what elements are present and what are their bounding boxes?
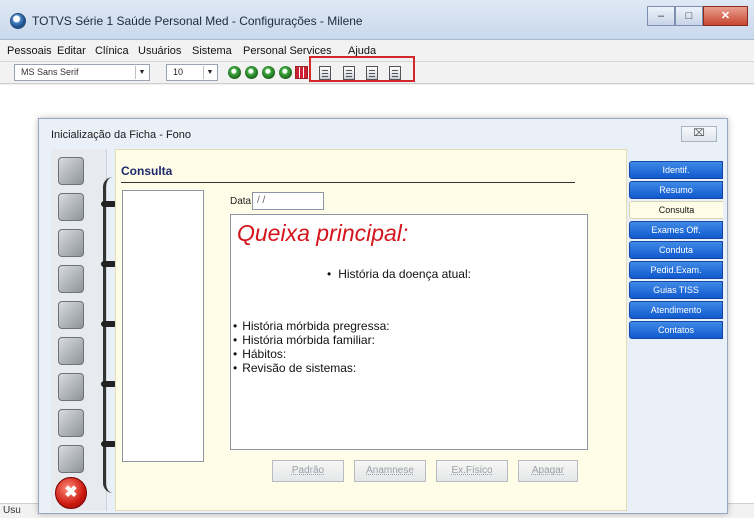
- date-field[interactable]: / /: [252, 192, 324, 210]
- editor-list: História mórbida pregressa: História mór…: [233, 319, 390, 375]
- window-title: TOTVS Série 1 Saúde Personal Med - Confi…: [32, 14, 363, 28]
- editor-list-item: História mórbida pregressa:: [233, 319, 389, 333]
- editor-list-item: Revisão de sistemas:: [233, 361, 390, 375]
- book-icon[interactable]: [58, 193, 84, 221]
- tab-pedido-exames[interactable]: Pedid.Exam.: [629, 261, 723, 279]
- green-circle-icon[interactable]: [245, 66, 258, 79]
- green-circle-icon[interactable]: [262, 66, 275, 79]
- font-size-select[interactable]: 10 ▼: [166, 64, 218, 81]
- font-size-value: 10: [173, 67, 184, 77]
- menu-editar[interactable]: Editar: [57, 45, 86, 57]
- menu-pessoais[interactable]: Pessoais: [7, 45, 52, 57]
- font-family-select[interactable]: MS Sans Serif ▼: [14, 64, 150, 81]
- tab-identif[interactable]: Identif.: [629, 161, 723, 179]
- toolbar-highlight-box: [309, 56, 415, 82]
- book-icon[interactable]: [58, 157, 84, 185]
- maximize-button[interactable]: □: [675, 6, 703, 26]
- template-button-row: Padrão Anamnese Ex.Físico Apagar: [272, 460, 592, 482]
- editor-heading: Queixa principal:: [237, 220, 409, 246]
- globe-icon[interactable]: [58, 265, 84, 293]
- window-controls: – □ ✕: [647, 6, 748, 26]
- tab-conduta[interactable]: Conduta: [629, 241, 723, 259]
- table-grid-icon[interactable]: [295, 66, 308, 79]
- tab-resumo[interactable]: Resumo: [629, 181, 723, 199]
- dialog-title: Inicialização da Ficha - Fono: [51, 129, 192, 141]
- ficha-dialog: Inicialização da Ficha - Fono ⌧ ✖ Consul…: [38, 118, 728, 514]
- tab-guias-tiss[interactable]: Guias TISS: [629, 281, 723, 299]
- exit-button[interactable]: ✖: [55, 477, 87, 509]
- section-heading: Consulta: [121, 164, 173, 178]
- font-family-value: MS Sans Serif: [21, 67, 79, 77]
- consulta-list[interactable]: [122, 190, 204, 462]
- menu-sistema[interactable]: Sistema: [192, 45, 232, 57]
- green-circle-icon[interactable]: [228, 66, 241, 79]
- editor-list-item: História mórbida familiar:: [233, 333, 390, 347]
- tab-contatos[interactable]: Contatos: [629, 321, 723, 339]
- book-icon[interactable]: [58, 301, 84, 329]
- section-icon-strip: ✖: [51, 149, 107, 511]
- exame-fisico-button[interactable]: Ex.Físico: [436, 460, 508, 482]
- chevron-down-icon[interactable]: ▼: [203, 66, 216, 79]
- green-circle-icon[interactable]: [279, 66, 292, 79]
- tools-icon[interactable]: [58, 445, 84, 473]
- book-icon[interactable]: [58, 373, 84, 401]
- status-text: Usu: [3, 505, 21, 516]
- book-icon[interactable]: [58, 229, 84, 257]
- dialog-body: ✖ Consulta Data / / Queixa principal: Hi…: [51, 149, 723, 511]
- tab-exames-off[interactable]: Exames Off.: [629, 221, 723, 239]
- date-label: Data: [230, 196, 252, 207]
- editor-list-item: Hábitos:: [233, 347, 390, 361]
- minimize-button[interactable]: –: [647, 6, 675, 26]
- chevron-down-icon[interactable]: ▼: [135, 66, 148, 79]
- heading-divider: [121, 182, 575, 183]
- menu-usuarios[interactable]: Usuários: [138, 45, 181, 57]
- close-button[interactable]: ✕: [703, 6, 748, 26]
- book-icon[interactable]: [58, 337, 84, 365]
- app-logo-icon: [10, 13, 26, 29]
- mouse-icon[interactable]: [58, 409, 84, 437]
- anamnese-button[interactable]: Anamnese: [354, 460, 426, 482]
- menu-clinica[interactable]: Clínica: [95, 45, 129, 57]
- notebook-page: Consulta Data / / Queixa principal: Hist…: [115, 149, 627, 511]
- padrao-button[interactable]: Padrão: [272, 460, 344, 482]
- dialog-close-button[interactable]: ⌧: [681, 126, 717, 142]
- section-tabs: Identif. Resumo Consulta Exames Off. Con…: [629, 161, 723, 341]
- tab-atendimento[interactable]: Atendimento: [629, 301, 723, 319]
- title-bar: TOTVS Série 1 Saúde Personal Med - Confi…: [0, 0, 754, 40]
- editor-center-item: História da doença atual:: [327, 267, 471, 281]
- tab-consulta[interactable]: Consulta: [629, 201, 723, 219]
- apagar-button[interactable]: Apagar: [518, 460, 578, 482]
- consulta-editor[interactable]: Queixa principal: História da doença atu…: [230, 214, 588, 450]
